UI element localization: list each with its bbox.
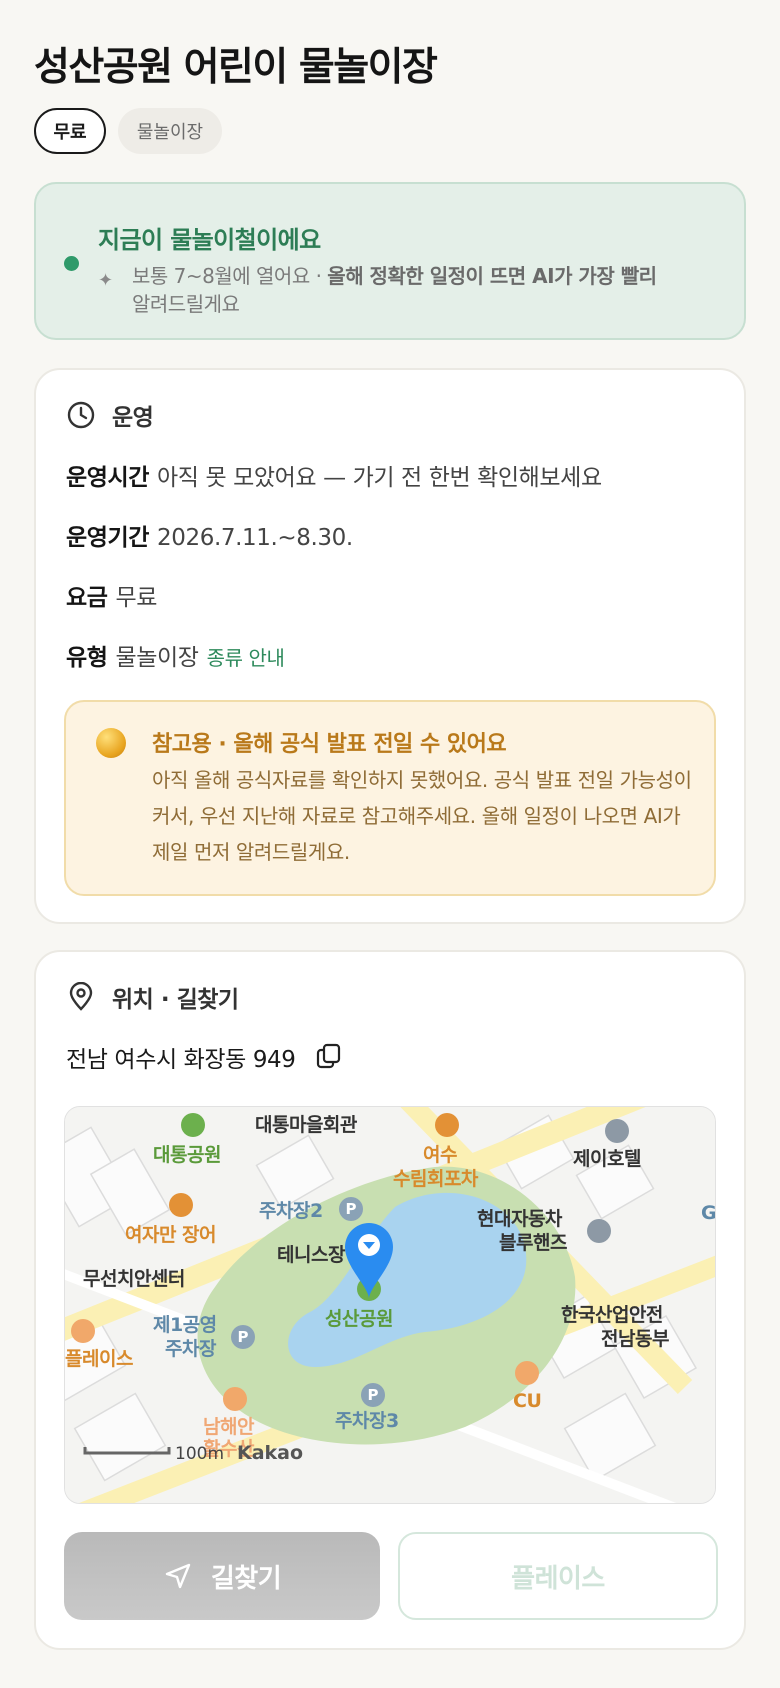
operation-heading: 운영	[112, 405, 154, 431]
row-type: 유형 물놀이장 종류 안내	[66, 645, 285, 671]
hotel-poi-icon	[605, 1119, 629, 1143]
map-label-hyundai-1: 현대자동차	[477, 1208, 563, 1230]
map-label-cu: CU	[513, 1390, 541, 1412]
map-label-daetong-park: 대통공원	[153, 1144, 221, 1166]
chip-free[interactable]: 무료	[34, 108, 106, 154]
map-label-parking1-1: 제1공영	[153, 1314, 217, 1336]
location-heading: 위치 · 길찾기	[112, 987, 239, 1013]
map-label-parking3: 주차장3	[335, 1410, 399, 1432]
page-title: 성산공원 어린이 물놀이장	[34, 45, 438, 90]
location-pin-icon	[66, 982, 96, 1012]
location-header: 위치 · 길찾기	[66, 980, 239, 1014]
parking-icon: P	[368, 1386, 379, 1404]
notice-body: 아직 올해 공식자료를 확인하지 못했어요. 공식 발표 전일 가능성이 커서,…	[152, 768, 692, 864]
map-label-industry-2: 전남동부	[601, 1328, 669, 1350]
address-row: 전남 여수시 화장동 949	[66, 1040, 344, 1074]
map-label-eel: 여자만 장어	[125, 1224, 216, 1246]
parking-icon: P	[346, 1200, 357, 1218]
sparkle-icon: ✦	[98, 270, 114, 291]
row-fee: 요금 무료	[66, 585, 158, 611]
address-text: 전남 여수시 화장동 949	[66, 1047, 296, 1073]
map-label-edge: G	[701, 1202, 716, 1224]
map-label-parking2: 주차장2	[259, 1200, 323, 1222]
notice-title: 참고용 · 올해 공식 발표 전일 수 있어요	[152, 732, 507, 757]
park-poi-icon	[181, 1113, 205, 1137]
map-brand: Kakao	[237, 1442, 303, 1464]
map-label-restaurant-1: 여수	[423, 1144, 457, 1166]
row-hours: 운영시간 아직 못 모았어요 — 가기 전 한번 확인해보세요	[66, 465, 602, 491]
store-poi-icon	[515, 1361, 539, 1385]
operation-header: 운영	[66, 398, 154, 432]
season-banner: 지금이 물놀이철이에요 ✦ 보통 7~8월에 열어요 · 올해 정확한 일정이 …	[34, 182, 746, 340]
map-label-industry-1: 한국산업안전	[561, 1304, 663, 1326]
restaurant-poi-icon	[223, 1387, 247, 1411]
map-label-community-hall: 대통마을회관	[255, 1114, 358, 1136]
map-label-restaurant-2: 수림회포차	[393, 1168, 479, 1190]
map-label-hotel: 제이호텔	[573, 1148, 641, 1170]
location-map[interactable]: P P P 대통마을회관 대통공원 여수 수림회포차 제이호텔 주차장2 여자만…	[64, 1106, 716, 1504]
map-label-hyundai-2: 블루핸즈	[499, 1232, 567, 1254]
map-label-parking1-2: 주차장	[165, 1338, 217, 1360]
clock-icon	[66, 400, 96, 430]
map-scale: 100m	[175, 1444, 224, 1464]
status-dot	[64, 256, 79, 271]
car-service-poi-icon	[587, 1219, 611, 1243]
reference-notice: 참고용 · 올해 공식 발표 전일 수 있어요 아직 올해 공식자료를 확인하지…	[64, 700, 716, 896]
copy-icon[interactable]	[314, 1042, 344, 1072]
directions-button[interactable]: 길찾기	[64, 1532, 380, 1620]
map-label-place: 플레이스	[65, 1348, 133, 1370]
place-button[interactable]: 플레이스	[398, 1532, 718, 1620]
type-guide-link[interactable]: 종류 안내	[207, 646, 285, 670]
map-label-park: 성산공원	[325, 1308, 393, 1330]
cafe-poi-icon	[71, 1319, 95, 1343]
season-title: 지금이 물놀이철이에요	[98, 226, 321, 254]
season-desc: 보통 7~8월에 열어요 · 올해 정확한 일정이 뜨면 AI가 가장 빨리 알려…	[132, 264, 657, 316]
map-label-center: 무선치안센터	[83, 1268, 185, 1290]
navigation-arrow-icon	[165, 1563, 191, 1589]
restaurant-poi-icon	[169, 1193, 193, 1217]
map-label-tennis: 테니스장	[277, 1244, 346, 1266]
parking-icon: P	[238, 1328, 249, 1346]
map-label-namhae-1: 남해안	[203, 1416, 255, 1438]
chip-type[interactable]: 물놀이장	[118, 108, 222, 154]
location-card: 위치 · 길찾기 전남 여수시 화장동 949 P P P 대통마을회관 대통공…	[34, 950, 746, 1650]
row-period: 운영기간 2026.7.11.~8.30.	[66, 525, 353, 551]
coin-icon	[96, 728, 126, 758]
restaurant-poi-icon	[435, 1113, 459, 1137]
operation-card: 운영 운영시간 아직 못 모았어요 — 가기 전 한번 확인해보세요 운영기간 20…	[34, 368, 746, 924]
directions-label: 길찾기	[210, 1563, 282, 1594]
